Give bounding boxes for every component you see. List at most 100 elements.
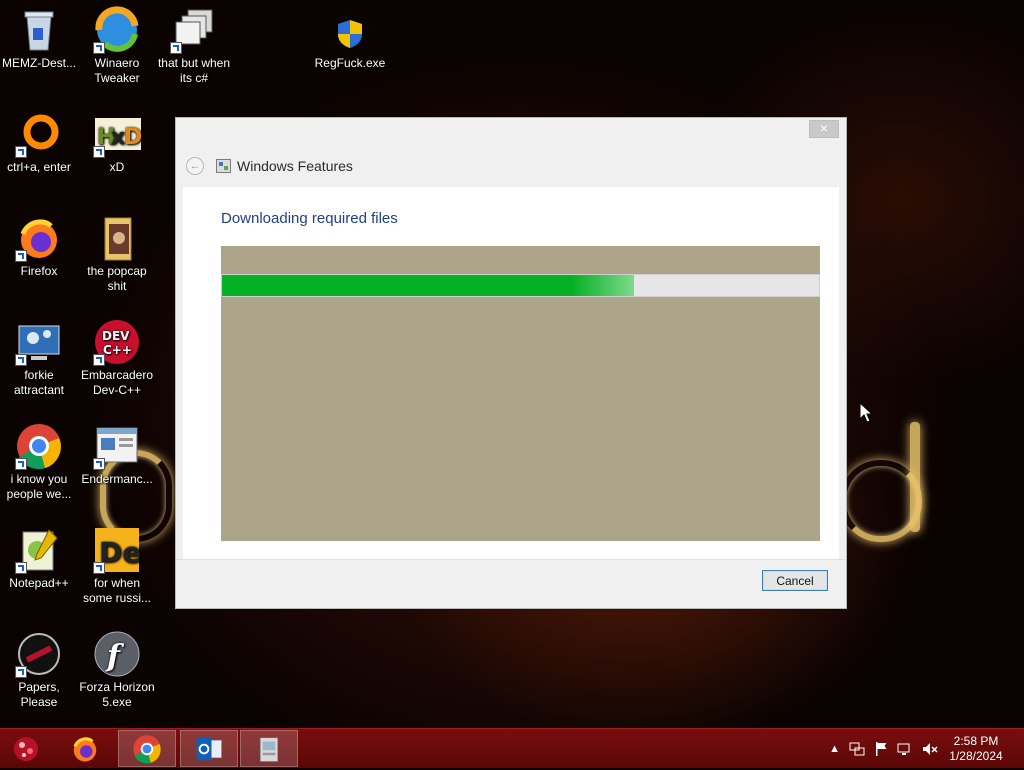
installer-icon (259, 736, 279, 762)
desktop-icon-ctrl-a-enter[interactable]: ctrl+a, enter (0, 104, 78, 175)
dialog-title-bar: ← Windows Features (186, 155, 836, 177)
start-orb-icon (14, 737, 38, 761)
desktop-icon-regfuck[interactable]: RegFuck.exe (311, 0, 389, 71)
hxd-icon: HxD (93, 110, 142, 158)
clock-time: 2:58 PM (953, 734, 999, 748)
settings-monitor-icon (15, 318, 63, 366)
chrome-icon (133, 734, 161, 763)
desktop-icon-label: Forza Horizon 5.exe (79, 680, 155, 709)
desktop-icon-chrome[interactable]: i know you people we... (0, 416, 78, 502)
desktop-icon-xd[interactable]: HxD xD (78, 104, 156, 175)
papers-please-icon (15, 630, 63, 678)
desktop-icon-label: Endermanc... (81, 472, 153, 486)
start-button[interactable] (10, 733, 42, 765)
dialog-content: Downloading required files (183, 187, 839, 559)
notepadpp-icon (15, 526, 63, 574)
display-icon[interactable] (897, 741, 913, 757)
windows-features-dialog: × ← Windows Features Downloading require… (175, 117, 847, 609)
mouse-cursor-icon (859, 402, 873, 423)
desktop-icon-forkie[interactable]: forkie attractant (0, 312, 78, 398)
desktop-icon-forza[interactable]: f Forza Horizon 5.exe (78, 624, 156, 710)
dialog-title: Windows Features (237, 158, 353, 174)
desktop-icon-that-but-when[interactable]: that but when its c# (155, 0, 233, 86)
taskbar-installer[interactable] (240, 730, 298, 767)
close-button[interactable]: × (809, 120, 839, 138)
folder-icon (93, 214, 141, 262)
shortcut-arrow-icon (93, 354, 105, 366)
desktop-icon-label: RegFuck.exe (314, 56, 386, 70)
desktop-icon-de[interactable]: De for when some russi... (78, 520, 156, 606)
windows-features-icon (216, 159, 231, 173)
ring-icon (15, 110, 63, 158)
desktop-icon-devcpp[interactable]: DEV C++ Embarcadero Dev-C++ (78, 312, 156, 398)
firefox-icon (15, 214, 63, 262)
desktop-icon-label: forkie attractant (13, 368, 65, 397)
dialog-footer: Cancel (176, 559, 846, 608)
shortcut-arrow-icon (15, 666, 27, 678)
window-app-icon (93, 422, 141, 470)
uac-shield-icon (326, 6, 374, 54)
clock-date: 1/28/2024 (949, 749, 1003, 763)
chrome-icon (15, 422, 63, 470)
wallpaper-neon-bar (910, 422, 920, 532)
taskbar-firefox[interactable] (56, 730, 114, 767)
desktop-icon-recycle-bin[interactable]: MEMZ-Dest... (0, 0, 78, 71)
progress-bar (221, 274, 820, 297)
desktop-icon-label: that but when its c# (157, 56, 231, 85)
desktop-icon-label: the popcap shit (87, 264, 147, 293)
svg-text:De: De (99, 536, 141, 569)
flash-icon: f (93, 630, 141, 678)
svg-text:DEV: DEV (102, 329, 130, 343)
de-icon: De (93, 526, 141, 574)
desktop-icon-label: Winaero Tweaker (94, 56, 140, 85)
desktop-icon-label: ctrl+a, enter (7, 160, 71, 174)
cancel-button[interactable]: Cancel (762, 570, 828, 591)
shortcut-arrow-icon (93, 458, 105, 470)
desktop-icon-label: MEMZ-Dest... (2, 56, 76, 70)
progress-panel (221, 246, 820, 541)
shortcut-arrow-icon (93, 42, 105, 54)
shortcut-arrow-icon (93, 562, 105, 574)
windows-stack-icon (170, 6, 218, 54)
taskbar-outlook[interactable] (180, 730, 238, 767)
desktop-icon-label: for when some russi... (82, 576, 151, 605)
winaero-icon (93, 6, 141, 54)
shortcut-arrow-icon (15, 354, 27, 366)
taskbar-clock[interactable]: 2:58 PM 1/28/2024 (944, 734, 1008, 764)
progress-bar-fill (222, 275, 634, 296)
shortcut-arrow-icon (170, 42, 182, 54)
svg-text:C++: C++ (103, 343, 132, 357)
desktop-icon-label: xD (109, 160, 125, 174)
svg-text:D: D (124, 125, 141, 150)
taskbar: ▲ 2:58 PM 1/28/2024 (0, 728, 1024, 768)
desktop-icon-label: Papers, Please (18, 680, 60, 709)
desktop-icon-firefox[interactable]: Firefox (0, 208, 78, 279)
shortcut-arrow-icon (15, 146, 27, 158)
firefox-icon (73, 736, 97, 761)
devcpp-icon: DEV C++ (93, 318, 141, 366)
chevron-up-icon[interactable]: ▲ (829, 743, 840, 755)
shortcut-arrow-icon (15, 458, 27, 470)
desktop-icon-popcap[interactable]: the popcap shit (78, 208, 156, 294)
desktop-icon-label: Embarcadero Dev-C++ (80, 368, 154, 397)
desktop-icon-label: i know you people we... (6, 472, 72, 501)
shortcut-arrow-icon (15, 562, 27, 574)
back-button[interactable]: ← (186, 157, 204, 175)
shortcut-arrow-icon (15, 250, 27, 262)
outlook-icon (196, 737, 222, 760)
desktop-icon-papers-please[interactable]: Papers, Please (0, 624, 78, 710)
network-icon[interactable] (849, 741, 865, 757)
desktop-icon-endermanch[interactable]: Endermanc... (78, 416, 156, 487)
desktop-icon-notepadpp[interactable]: Notepad++ (0, 520, 78, 591)
system-tray: ▲ (829, 729, 938, 769)
shortcut-arrow-icon (93, 146, 105, 158)
desktop-icon-label: Notepad++ (9, 576, 69, 590)
recycle-bin-icon (15, 6, 63, 54)
desktop-icon-winaero[interactable]: Winaero Tweaker (78, 0, 156, 86)
flag-icon[interactable] (874, 741, 888, 757)
desktop-icon-label: Firefox (20, 264, 58, 278)
taskbar-chrome[interactable] (118, 730, 176, 767)
back-arrow-icon: ← (189, 160, 201, 172)
status-heading: Downloading required files (221, 210, 398, 227)
volume-muted-icon[interactable] (922, 741, 938, 757)
